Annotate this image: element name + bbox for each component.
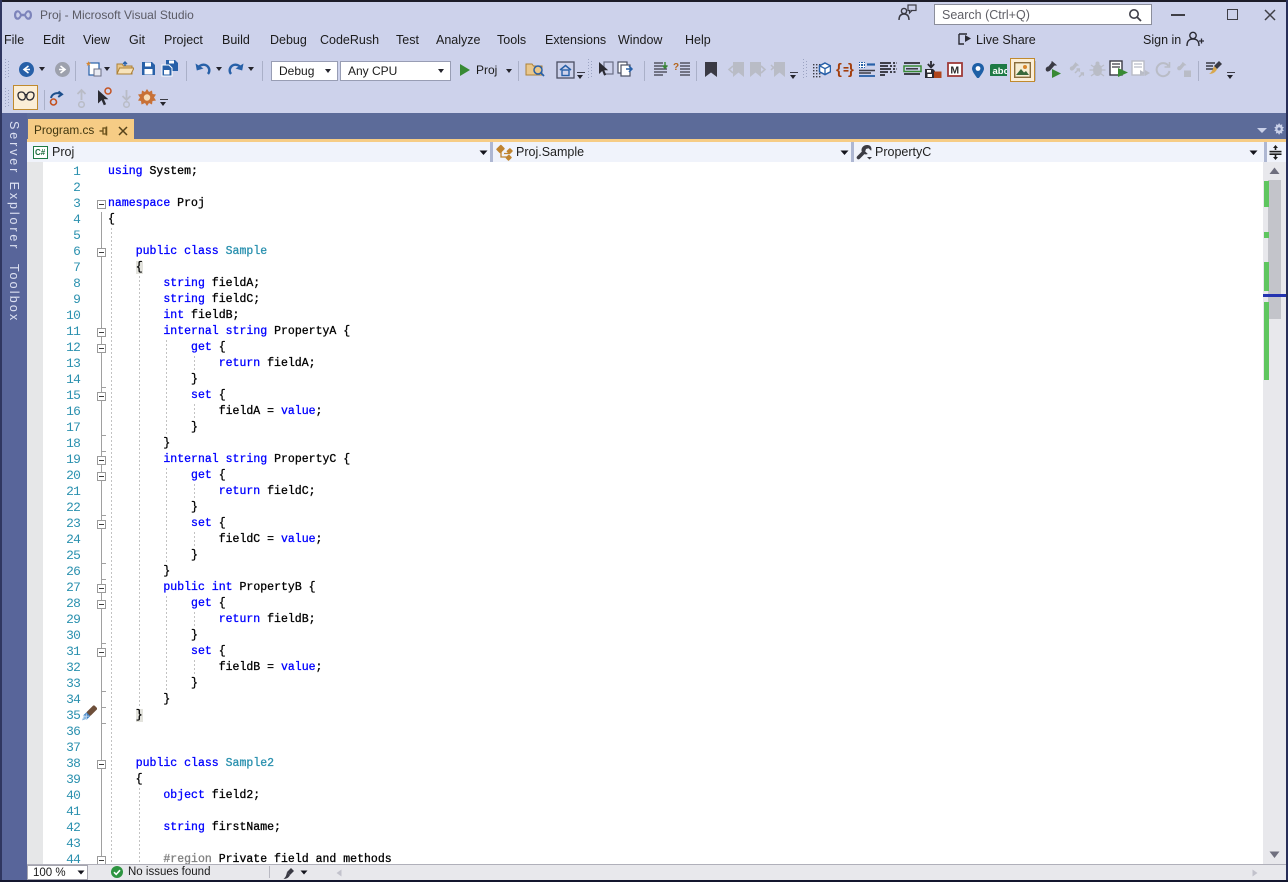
svg-text:abc: abc — [993, 66, 1008, 76]
svg-text:M: M — [950, 65, 959, 77]
svg-text:{: { — [836, 61, 842, 78]
svg-text:?: ? — [673, 62, 679, 73]
svg-text:}: } — [848, 61, 854, 78]
